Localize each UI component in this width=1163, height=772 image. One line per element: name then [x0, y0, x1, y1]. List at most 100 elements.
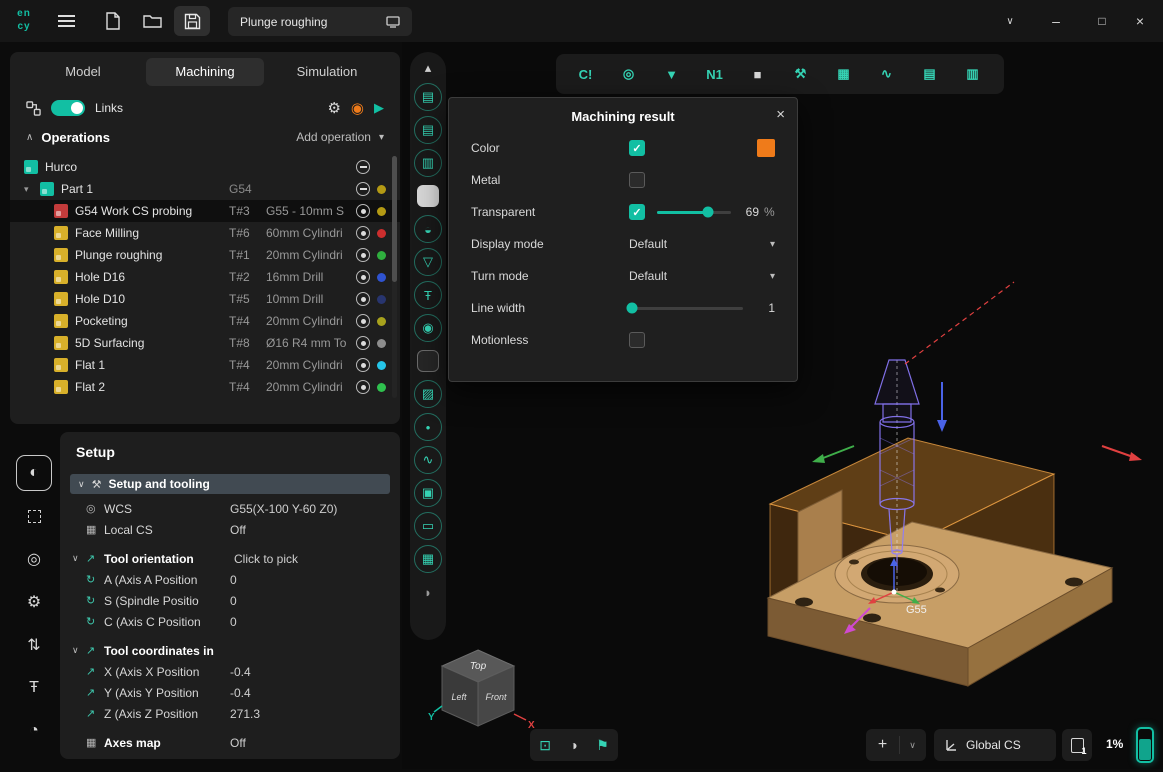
add-operation-button[interactable]: Add operation — [296, 130, 371, 144]
local-cs-row[interactable]: ▦ Local CS Off — [60, 519, 400, 540]
links-toggle[interactable] — [51, 100, 85, 116]
collapse-icon[interactable]: ∧ — [26, 132, 33, 143]
run-icon[interactable]: ▶ — [374, 100, 384, 116]
visibility-toggle-icon[interactable] — [356, 380, 370, 394]
axis-x-row[interactable]: ↗ X (Axis X Position -0.4 — [60, 661, 400, 682]
maximize-button[interactable]: □ — [1087, 6, 1117, 36]
tree-row-operation[interactable]: Pocketing T#4 20mm Cylindri — [10, 310, 400, 332]
line-width-slider[interactable] — [629, 307, 743, 310]
transparency-slider[interactable] — [657, 211, 731, 214]
visibility-toggle-icon[interactable] — [356, 314, 370, 328]
turn-mode-select[interactable]: Turn mode Default ▾ — [449, 260, 797, 292]
plot-result-icon[interactable]: ▥ — [414, 149, 442, 177]
filter-icon[interactable]: ▼ — [650, 67, 693, 82]
global-cs-button[interactable]: Global CS — [934, 729, 1056, 761]
sphere-view-button[interactable]: ◐ — [16, 455, 52, 491]
sheets-button[interactable]: 1 — [1062, 729, 1092, 761]
section-view-icon[interactable]: ◗ — [414, 578, 442, 606]
probe-icon[interactable]: ◉ — [414, 314, 442, 342]
document-tab[interactable]: Plunge roughing — [228, 7, 412, 36]
plot-machine-icon[interactable]: ▤ — [414, 83, 442, 111]
tab-simulation[interactable]: Simulation — [268, 58, 386, 86]
plotter-icon[interactable]: ▤ — [908, 66, 951, 82]
visibility-toggle-icon[interactable] — [356, 248, 370, 262]
tree-row-operation[interactable]: 5D Surfacing T#8 Ø16 R4 mm To — [10, 332, 400, 354]
shading-icon[interactable]: ◑ — [569, 737, 577, 753]
tree-row-operation[interactable]: Face Milling T#6 60mm Cylindri — [10, 222, 400, 244]
visibility-toggle-icon[interactable] — [356, 270, 370, 284]
view-cube[interactable]: Top Left Front Y X — [420, 638, 540, 750]
axis-a-row[interactable]: ↻ A (Axis A Position 0 — [60, 569, 400, 590]
wcs-row[interactable]: ◎ WCS G55(X-100 Y-60 Z0) — [60, 498, 400, 519]
flag-icon[interactable]: ⚑ — [596, 737, 609, 754]
axis-c-row[interactable]: ↻ C (Axis C Position 0 — [60, 611, 400, 632]
mesh-icon[interactable]: ▦ — [414, 545, 442, 573]
motionless-checkbox[interactable] — [629, 332, 645, 348]
scroll-up-icon[interactable]: ▴ — [414, 58, 442, 78]
add-operation-caret-icon[interactable]: ▾ — [379, 132, 384, 143]
history-button[interactable]: ◔ — [16, 713, 52, 749]
plane-icon[interactable] — [417, 350, 439, 372]
slider-thumb[interactable] — [627, 303, 638, 314]
machine-icon[interactable]: C! — [564, 67, 607, 82]
holder-icon[interactable]: ◒ — [414, 215, 442, 243]
visibility-toggle-icon[interactable] — [356, 358, 370, 372]
waveform-icon[interactable]: ∿ — [865, 66, 908, 82]
calculator-icon[interactable]: ▦ — [822, 66, 865, 82]
tree-row-operation[interactable]: Flat 1 T#4 20mm Cylindri — [10, 354, 400, 376]
new-file-button[interactable] — [94, 6, 130, 36]
fit-view-icon[interactable]: ⊡ — [539, 737, 551, 754]
tab-machining[interactable]: Machining — [146, 58, 264, 86]
titlebar-chevron[interactable]: ∨ — [995, 6, 1025, 36]
close-icon[interactable]: × — [776, 106, 785, 123]
filter-icon[interactable]: ▽ — [414, 248, 442, 276]
expand-caret-icon[interactable]: ▾ — [24, 184, 40, 195]
visibility-toggle-icon[interactable] — [356, 336, 370, 350]
add-button[interactable]: + — [866, 736, 899, 754]
curves-icon[interactable]: ∿ — [414, 446, 442, 474]
app-logo[interactable]: en cy — [10, 7, 38, 35]
tree-row-operation[interactable]: Flat 2 T#4 20mm Cylindri — [10, 376, 400, 398]
visibility-toggle-icon[interactable] — [356, 226, 370, 240]
tool-icon[interactable]: Ŧ — [414, 281, 442, 309]
menu-icon[interactable] — [58, 15, 75, 27]
hatching-icon[interactable]: ▨ — [414, 380, 442, 408]
points-icon[interactable]: • — [414, 413, 442, 441]
open-file-button[interactable] — [134, 6, 170, 36]
display-mode-select[interactable]: Display mode Default ▾ — [449, 228, 797, 260]
tree-row-operation[interactable]: Hole D10 T#5 10mm Drill — [10, 288, 400, 310]
visibility-toggle-icon[interactable] — [356, 292, 370, 306]
bounds-icon[interactable]: ▭ — [414, 512, 442, 540]
tree-row-part[interactable]: ▾ Part 1 G54 — [10, 178, 400, 200]
color-checkbox[interactable]: ✓ — [629, 140, 645, 156]
tree-row-machine[interactable]: Hurco — [10, 156, 400, 178]
tree-row-operation[interactable]: G54 Work CS probing T#3 G55 - 10mm S — [10, 200, 400, 222]
swap-axes-button[interactable]: ⇅ — [16, 627, 52, 663]
columns-icon[interactable]: ▥ — [951, 66, 994, 82]
color-swatch[interactable] — [757, 139, 775, 157]
visibility-toggle-icon[interactable] — [356, 204, 370, 218]
slider-thumb[interactable] — [703, 207, 714, 218]
add-caret-icon[interactable]: ∨ — [899, 736, 925, 754]
circle-minus-icon[interactable] — [356, 160, 370, 174]
settings-button[interactable]: ⚙ — [16, 584, 52, 620]
tool-orientation-header[interactable]: ∨ ↗ Tool orientation Click to pick — [60, 548, 400, 569]
disc-button[interactable]: ◎ — [16, 541, 52, 577]
scrollbar-thumb[interactable] — [392, 156, 397, 282]
tool-button[interactable]: Ŧ — [16, 670, 52, 706]
axis-s-row[interactable]: ↻ S (Spindle Positio 0 — [60, 590, 400, 611]
gear-icon[interactable]: ⚙ — [327, 99, 340, 117]
tree-row-operation[interactable]: Plunge roughing T#1 20mm Cylindri — [10, 244, 400, 266]
tool-coordinates-header[interactable]: ∨ ↗ Tool coordinates in — [60, 640, 400, 661]
selection-box-button[interactable] — [16, 498, 52, 534]
circle-minus-icon[interactable] — [356, 182, 370, 196]
axis-y-row[interactable]: ↗ Y (Axis Y Position -0.4 — [60, 682, 400, 703]
gcode-icon[interactable]: N1 — [693, 67, 736, 82]
process-target-icon[interactable]: ◉ — [351, 99, 364, 117]
stock-icon[interactable]: ■ — [736, 67, 779, 82]
minimize-button[interactable]: – — [1041, 6, 1071, 36]
tree-scrollbar[interactable] — [392, 156, 397, 398]
surfaces-icon[interactable]: ▣ — [414, 479, 442, 507]
close-button[interactable]: × — [1125, 6, 1155, 36]
transparent-checkbox[interactable]: ✓ — [629, 204, 645, 220]
